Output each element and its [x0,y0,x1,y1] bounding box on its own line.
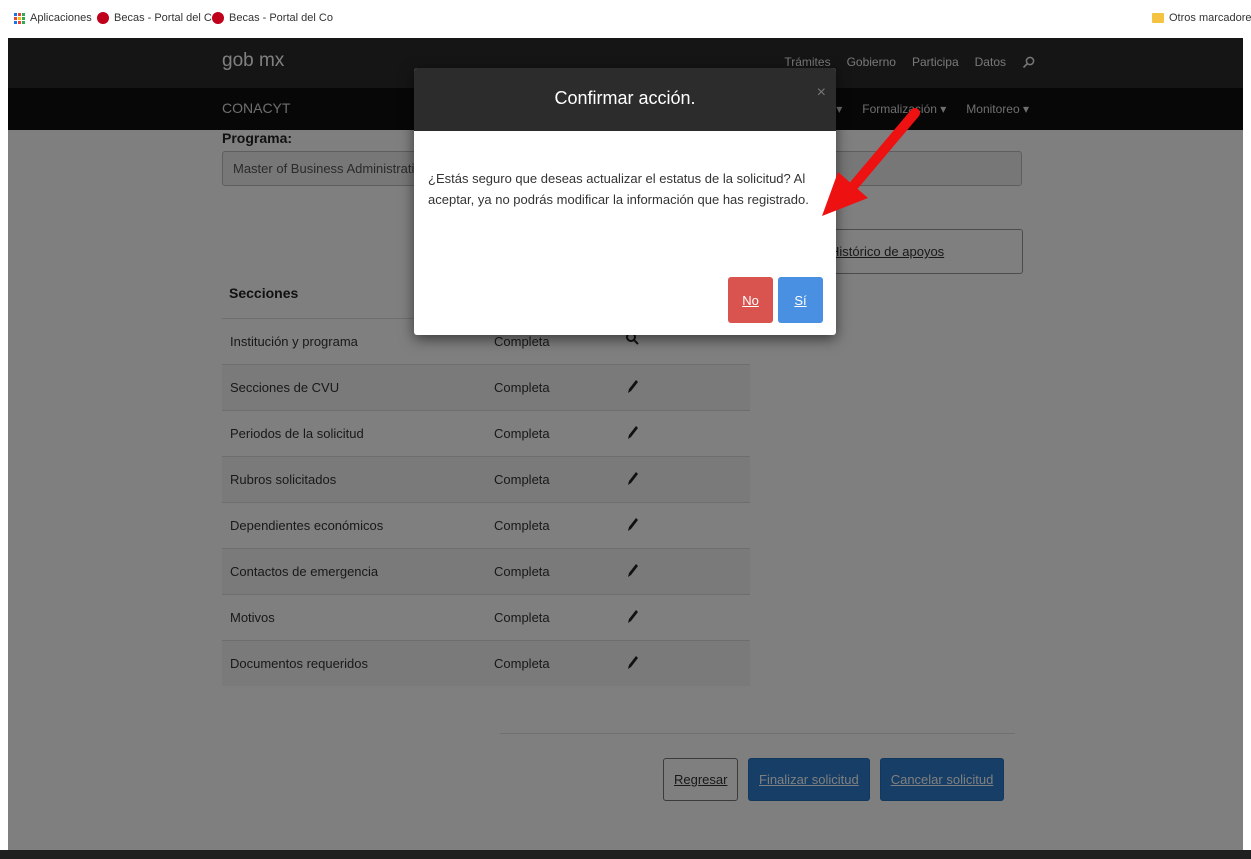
annotation-arrow-icon [822,108,920,216]
